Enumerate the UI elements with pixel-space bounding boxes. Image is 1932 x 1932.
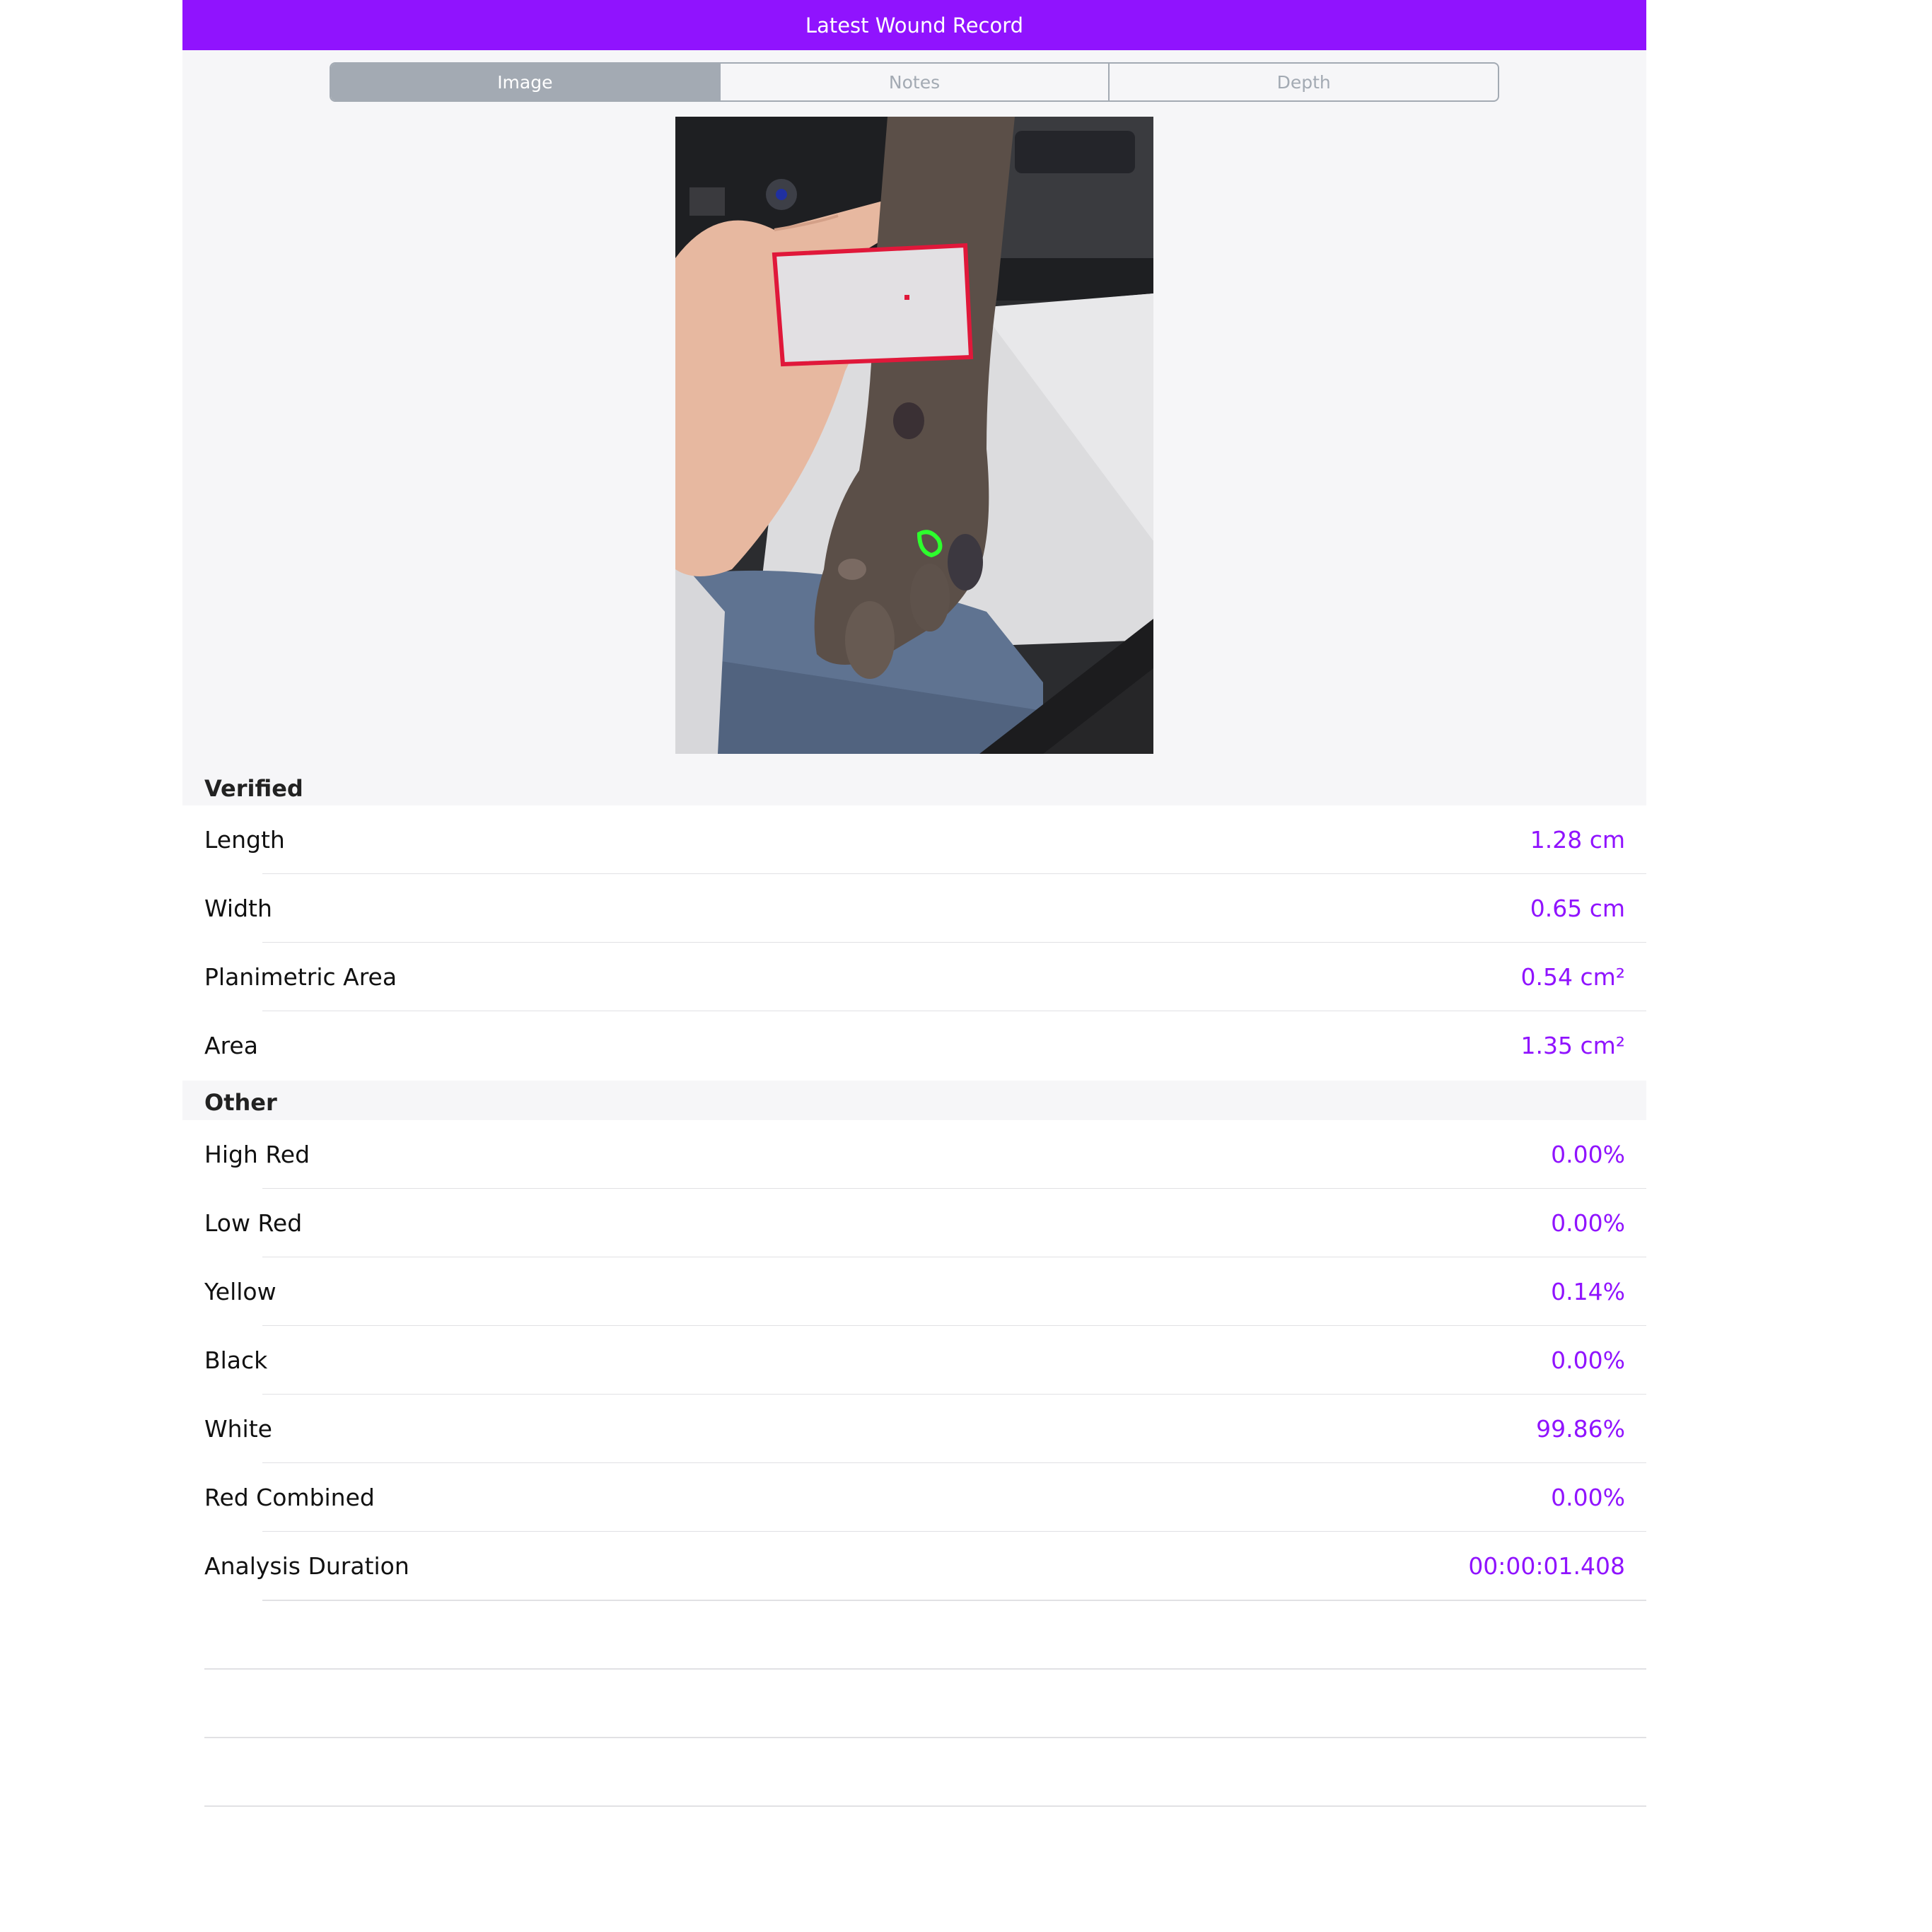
row-value-length: 1.28 cm	[1530, 826, 1625, 854]
table-row: Black 0.00%	[182, 1326, 1646, 1395]
row-label-black: Black	[204, 1346, 268, 1374]
section-header-other: Other	[182, 1081, 1646, 1120]
tab-notes[interactable]: Notes	[718, 64, 1109, 100]
tab-image-label: Image	[497, 71, 553, 93]
table-row: Low Red 0.00%	[182, 1189, 1646, 1257]
row-label-length: Length	[204, 826, 285, 854]
wound-photo[interactable]	[675, 117, 1153, 754]
tab-notes-label: Notes	[888, 71, 941, 93]
row-label-yellow: Yellow	[204, 1278, 277, 1305]
row-value-analysis-duration: 00:00:01.408	[1468, 1552, 1625, 1580]
navigation-bar: Latest Wound Record	[182, 0, 1646, 50]
row-value-low-red: 0.00%	[1551, 1209, 1625, 1237]
table-row: Analysis Duration 00:00:01.408	[182, 1532, 1646, 1600]
row-separator	[262, 1600, 1646, 1601]
empty-row-separator	[204, 1805, 1646, 1807]
row-label-high-red: High Red	[204, 1141, 310, 1168]
empty-row-separator	[204, 1737, 1646, 1738]
row-label-red-combined: Red Combined	[204, 1484, 375, 1511]
row-label-analysis-duration: Analysis Duration	[204, 1552, 409, 1580]
tab-depth-label: Depth	[1276, 71, 1331, 93]
page-title: Latest Wound Record	[805, 13, 1024, 37]
table-row: White 99.86%	[182, 1395, 1646, 1463]
table-row: Width 0.65 cm	[182, 874, 1646, 943]
empty-row-separator	[204, 1668, 1646, 1670]
row-label-width: Width	[204, 895, 272, 922]
table-row: Red Combined 0.00%	[182, 1463, 1646, 1532]
wound-record-panel: Latest Wound Record Image Notes Depth Ve…	[182, 0, 1646, 1932]
row-value-planimetric-area: 0.54 cm²	[1520, 963, 1626, 991]
section-header-verified: Verified	[182, 767, 1646, 806]
tab-depth[interactable]: Depth	[1108, 64, 1498, 100]
row-label-planimetric-area: Planimetric Area	[204, 963, 397, 991]
row-label-low-red: Low Red	[204, 1209, 303, 1237]
row-value-area: 1.35 cm²	[1520, 1032, 1626, 1059]
section-header-other-label: Other	[204, 1089, 277, 1116]
row-value-white: 99.86%	[1536, 1415, 1625, 1443]
table-row: Yellow 0.14%	[182, 1257, 1646, 1326]
row-label-area: Area	[204, 1032, 258, 1059]
section-header-verified-label: Verified	[204, 775, 303, 802]
row-value-red-combined: 0.00%	[1551, 1484, 1625, 1511]
table-row: High Red 0.00%	[182, 1120, 1646, 1189]
tab-image[interactable]: Image	[331, 64, 719, 100]
table-row: Planimetric Area 0.54 cm²	[182, 943, 1646, 1011]
row-value-high-red: 0.00%	[1551, 1141, 1625, 1168]
table-row: Area 1.35 cm²	[182, 1011, 1646, 1080]
row-label-white: White	[204, 1415, 272, 1443]
segmented-control: Image Notes Depth	[330, 62, 1499, 102]
row-value-width: 0.65 cm	[1530, 895, 1625, 922]
row-value-black: 0.00%	[1551, 1346, 1625, 1374]
table-row: Length 1.28 cm	[182, 805, 1646, 874]
row-value-yellow: 0.14%	[1551, 1278, 1625, 1305]
